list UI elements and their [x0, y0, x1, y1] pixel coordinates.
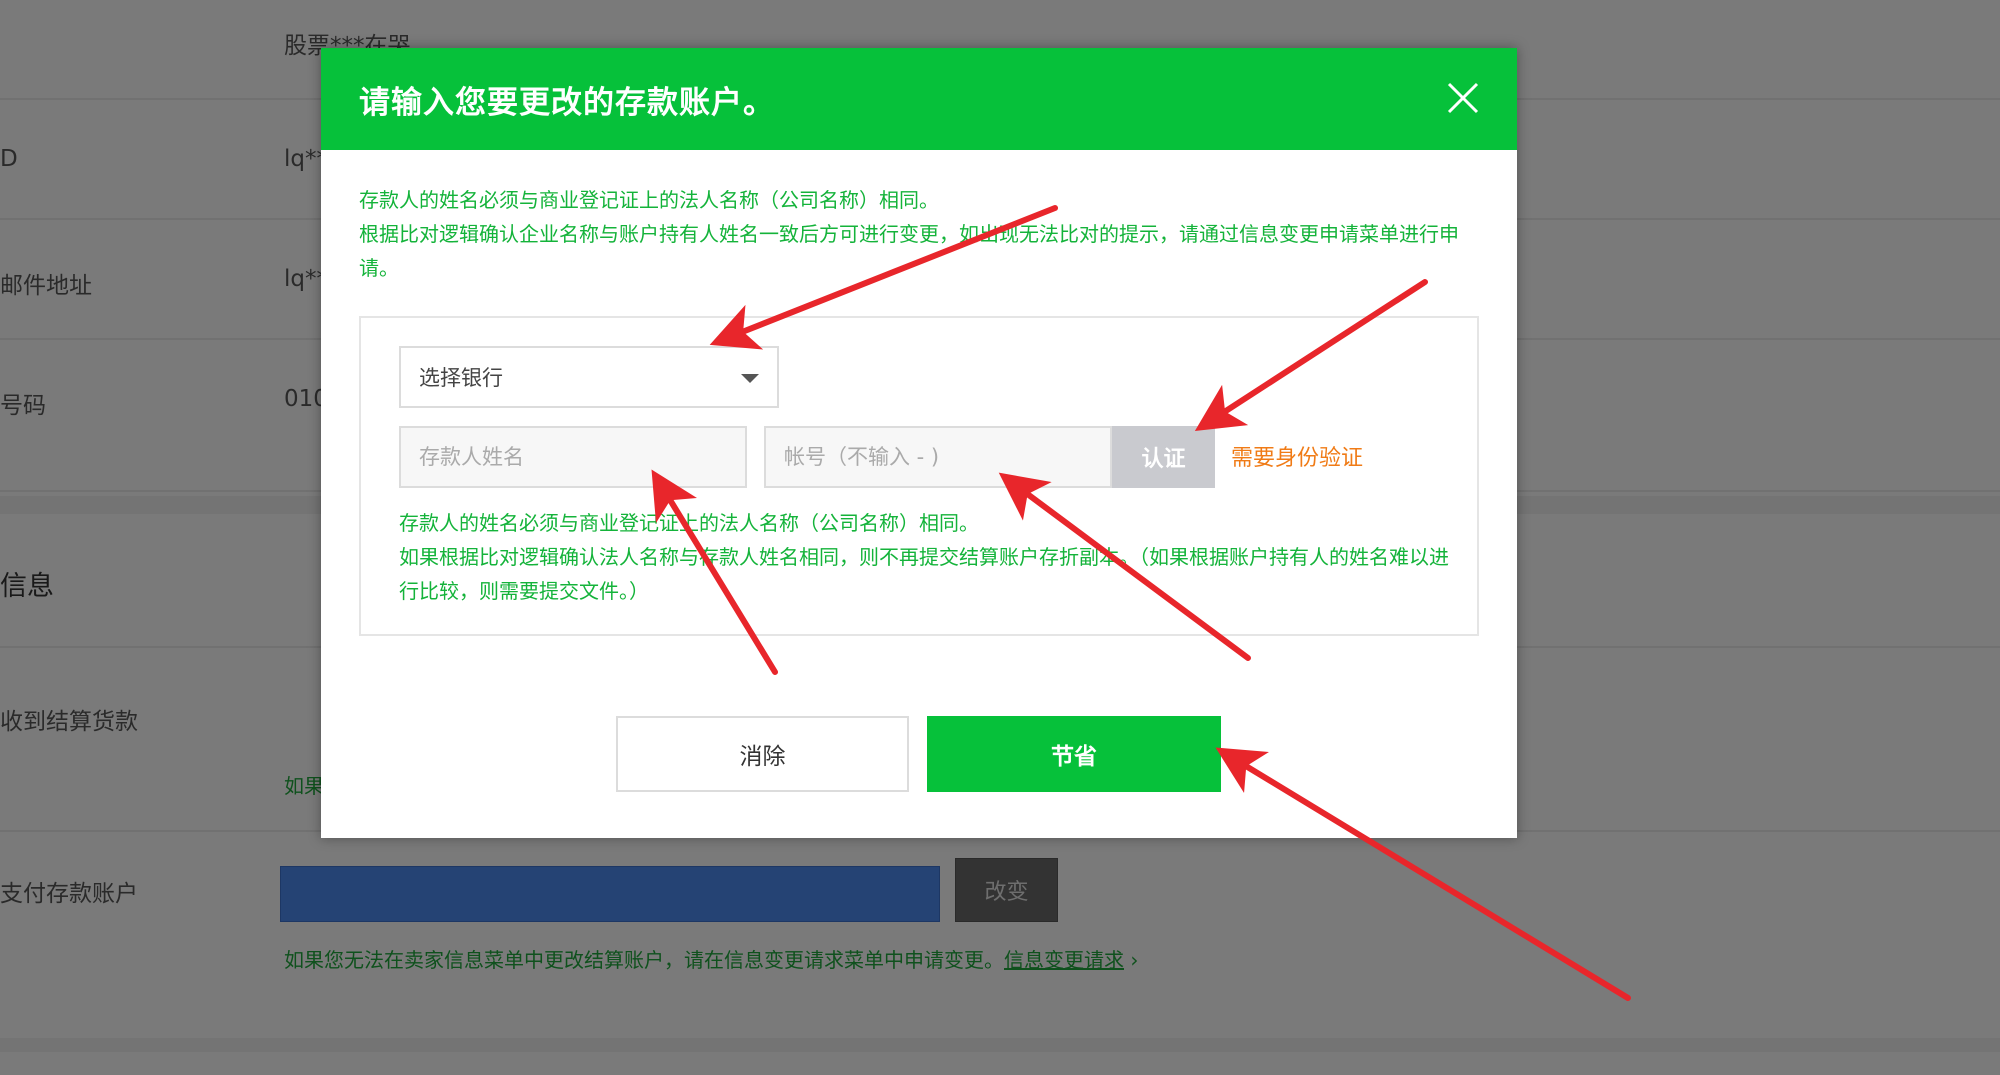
close-icon[interactable] — [1443, 78, 1483, 118]
notice-line-2: 根据比对逻辑确认企业名称与账户持有人姓名一致后方可进行变更，如出现无法比对的提示… — [359, 222, 1459, 280]
modal-title: 请输入您要更改的存款账户。 — [359, 84, 775, 121]
inner-notice-line-1: 存款人的姓名必须与商业登记证上的法人名称（公司名称）相同。 — [399, 511, 979, 535]
notice-line-1: 存款人的姓名必须与商业登记证上的法人名称（公司名称）相同。 — [359, 188, 939, 212]
verify-required-note: 需要身份验证 — [1231, 446, 1364, 471]
inner-notice-line-2: 如果根据比对逻辑确认法人名称与存款人姓名相同，则不再提交结算账户存折副本。（如果… — [399, 545, 1449, 603]
depositor-name-input[interactable] — [399, 426, 747, 488]
notice-top: 存款人的姓名必须与商业登记证上的法人名称（公司名称）相同。 根据比对逻辑确认企业… — [359, 183, 1489, 285]
notice-inner: 存款人的姓名必须与商业登记证上的法人名称（公司名称）相同。 如果根据比对逻辑确认… — [399, 506, 1449, 608]
bank-select[interactable]: 选择银行 — [399, 346, 779, 408]
verify-button[interactable]: 认证 — [1112, 426, 1215, 488]
modal-header: 请输入您要更改的存款账户。 — [321, 48, 1517, 150]
change-account-modal: 请输入您要更改的存款账户。 存款人的姓名必须与商业登记证上的法人名称（公司名称）… — [321, 48, 1517, 838]
bank-select-value: 选择银行 — [419, 366, 503, 390]
account-number-input[interactable] — [764, 426, 1112, 488]
account-form: 选择银行 认证 需要身份验证 存款人的姓名必须与商业登记证上的法人名称（公司名称… — [359, 316, 1479, 636]
clear-button[interactable]: 消除 — [616, 716, 909, 792]
save-button[interactable]: 节省 — [927, 716, 1221, 792]
caret-down-icon — [741, 374, 759, 383]
